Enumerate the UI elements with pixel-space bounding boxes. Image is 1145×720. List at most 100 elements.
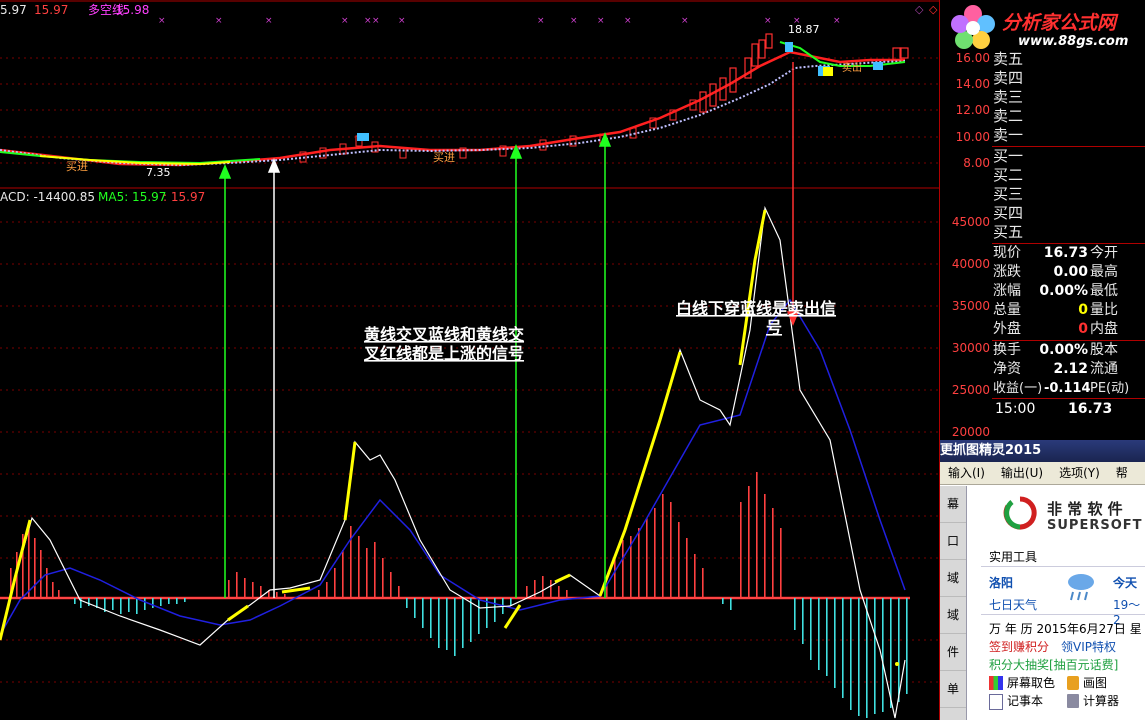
weather-link[interactable]: 七日天气 [989, 596, 1037, 613]
quote-value: 2.12 [1053, 361, 1088, 377]
tool-paint[interactable]: 画图 [1083, 674, 1107, 691]
buy-label-1: 买进 [66, 160, 88, 173]
tool-notepad[interactable]: 记事本 [1007, 692, 1043, 709]
bid-3: 买三 [993, 185, 1024, 203]
histogram-bar [638, 528, 640, 598]
price-tick: 8.00 [963, 156, 990, 170]
quote-label2: 流通 [1090, 361, 1118, 377]
quote-label: 外盘 [993, 321, 1021, 337]
brand-en: SUPERSOFT [1047, 518, 1143, 533]
menu-output[interactable]: 输出(U) [993, 462, 1051, 484]
notepad-icon [989, 694, 1003, 710]
histogram-bar [228, 580, 230, 598]
left-tab[interactable]: 口 [940, 523, 966, 560]
histogram-bar [558, 586, 560, 598]
histogram-bar [244, 578, 246, 598]
left-tab[interactable]: 单 [940, 671, 966, 708]
ask-5: 卖五 [993, 50, 1024, 68]
brand-cn: 非 常 软 件 [1047, 500, 1123, 518]
svg-text:×: × [398, 16, 406, 26]
histogram-bar [46, 568, 48, 598]
price-tick: 12.00 [955, 103, 990, 117]
histogram-bar [462, 598, 464, 648]
histogram-bar [34, 538, 36, 598]
histogram-bar [654, 508, 656, 598]
lottery-link[interactable]: 积分大抽奖[抽百元话费] [989, 656, 1118, 673]
quote-label: 收益(一) [993, 381, 1043, 396]
left-tab[interactable]: 域 [940, 597, 966, 634]
macd-axis: 45000 40000 35000 30000 25000 20000 [940, 188, 992, 440]
svg-text:×: × [537, 16, 545, 26]
quote-label: 换手 [993, 342, 1021, 358]
city-label[interactable]: 洛阳 [989, 574, 1013, 591]
menu-help[interactable]: 帮 [1108, 462, 1136, 484]
histogram-bar [454, 598, 456, 656]
sell-label: 卖出 [842, 61, 862, 74]
price-tick: 16.00 [955, 51, 990, 65]
flower-icon [950, 4, 996, 50]
histogram-bar [834, 598, 836, 688]
tool-color-picker[interactable]: 屏幕取色 [1007, 674, 1055, 691]
menu-bar: 输入(I) 输出(U) 选项(Y) 帮 [940, 462, 1145, 485]
quote-label: 净资 [993, 361, 1021, 377]
menu-options[interactable]: 选项(Y) [1051, 462, 1108, 484]
histogram-bar [358, 536, 360, 598]
histogram-bar [826, 598, 828, 676]
tool-calculator[interactable]: 计算器 [1083, 692, 1119, 709]
histogram-bar [390, 572, 392, 598]
svg-text:×: × [764, 16, 772, 26]
menu-input[interactable]: 输入(I) [940, 462, 993, 484]
logo-title: 分析家公式网 [1002, 12, 1117, 34]
histogram-bar [366, 548, 368, 598]
svg-text:×: × [215, 16, 223, 26]
quote-label2: 量比 [1090, 302, 1118, 318]
ask-2: 卖二 [993, 107, 1024, 125]
left-tab[interactable]: 件 [940, 634, 966, 671]
svg-text:×: × [372, 16, 380, 26]
note-sell-line1: 白线下穿蓝线是卖出信 [676, 299, 836, 318]
histogram-bar [446, 598, 448, 650]
note-buy-line1: 黄线交叉蓝线和黄线交 [364, 325, 524, 344]
histogram-bar [542, 576, 544, 598]
ma5-value: : 15.97 [163, 190, 205, 204]
bid-4: 买四 [993, 204, 1024, 222]
histogram-bar [722, 598, 724, 604]
high-label: 18.87 [788, 23, 820, 36]
vip-link[interactable]: 领VIP特权 [1061, 638, 1116, 655]
quote-label: 总量 [993, 302, 1021, 318]
logo-url: www.88gs.com [1018, 34, 1129, 49]
histogram-bar [622, 540, 624, 598]
calendar-line[interactable]: 万 年 历 2015年6月27日 星 [989, 620, 1142, 637]
svg-text:×: × [265, 16, 273, 26]
capture-tool-window[interactable]: 更抓图精灵2015 输入(I) 输出(U) 选项(Y) 帮 幕 口 域 域 件 单 非… [940, 440, 1145, 720]
histogram-bar [550, 580, 552, 598]
ma5-label: MA5: 15.97 [98, 190, 166, 204]
histogram-bar [88, 598, 90, 606]
histogram-bar [168, 598, 170, 604]
svg-text:◇: ◇ [915, 3, 924, 16]
macd-tick: 35000 [951, 299, 990, 313]
bid-1: 买一 [993, 147, 1024, 165]
histogram-bar [422, 598, 424, 628]
checkin-link[interactable]: 签到赚积分 [989, 638, 1049, 655]
quote-label2: 最低 [1090, 283, 1118, 299]
calculator-icon [1067, 694, 1079, 708]
today-label: 今天 [1113, 576, 1138, 590]
ask-4: 卖四 [993, 69, 1024, 87]
time-price: 16.73 [1068, 401, 1113, 417]
histogram-bar [160, 598, 162, 606]
left-tab[interactable]: 域 [940, 560, 966, 597]
histogram-bar [430, 598, 432, 638]
left-tab[interactable]: 幕 [940, 486, 966, 523]
histogram-bar [398, 586, 400, 598]
histogram-bar [40, 550, 42, 598]
histogram-bar [334, 568, 336, 598]
histogram-bar [882, 598, 884, 712]
price-tick: 14.00 [955, 77, 990, 91]
color-picker-icon [989, 676, 1003, 690]
note-buy-line2: 叉红线都是上涨的信号 [363, 344, 524, 363]
histogram-bar [342, 550, 344, 598]
histogram-bar [772, 508, 774, 598]
quote-value: 0.00 [1053, 264, 1088, 280]
quote-value: 0.00% [1039, 342, 1088, 358]
